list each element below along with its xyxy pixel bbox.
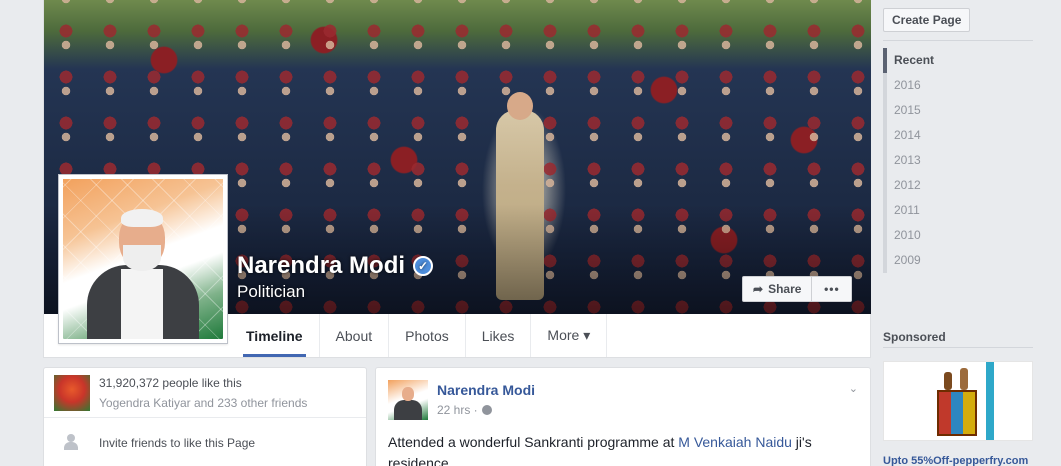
- share-label: Share: [768, 282, 802, 296]
- divider: [883, 347, 1033, 348]
- divider: [883, 40, 1033, 41]
- post-author-avatar[interactable]: [388, 380, 428, 420]
- tab-timeline[interactable]: Timeline: [230, 314, 320, 357]
- timeline-year-nav: Recent 2016 2015 2014 2013 2012 2011 201…: [883, 48, 1033, 273]
- sponsored-heading: Sponsored: [883, 330, 946, 344]
- post-mention-link[interactable]: M Venkaiah Naidu: [678, 434, 792, 450]
- cover-speaker-head: [507, 92, 533, 120]
- year-2016[interactable]: 2016: [887, 73, 1033, 98]
- ad-decor: [960, 368, 968, 390]
- post-timestamp[interactable]: 22 hrs ·: [437, 403, 478, 417]
- profile-figure-beard: [123, 245, 161, 271]
- page-tabs: Timeline About Photos Likes More ▾: [230, 314, 608, 357]
- post-meta: 22 hrs ·: [437, 403, 492, 417]
- invite-friends-label: Invite friends to like this Page: [99, 436, 256, 450]
- tab-photos[interactable]: Photos: [389, 314, 466, 357]
- year-2009[interactable]: 2009: [887, 248, 1033, 273]
- create-page-button[interactable]: Create Page: [883, 8, 971, 32]
- year-2011[interactable]: 2011: [887, 198, 1033, 223]
- ad-accent: [986, 362, 994, 440]
- invite-friends-row[interactable]: Invite friends to like this Page: [44, 419, 366, 466]
- person-icon: [64, 434, 78, 450]
- likes-count: 31,920,372 people like this: [99, 376, 242, 390]
- friend-avatar[interactable]: [54, 375, 90, 411]
- timeline-post: Narendra Modi 22 hrs · ⌄ Attended a wond…: [375, 367, 871, 466]
- profile-figure-shirt: [121, 269, 163, 339]
- ad-cabinet: [937, 390, 977, 436]
- year-2012[interactable]: 2012: [887, 173, 1033, 198]
- year-2014[interactable]: 2014: [887, 123, 1033, 148]
- profile-picture[interactable]: [58, 174, 228, 344]
- tab-more[interactable]: More ▾: [531, 314, 608, 357]
- ad-image[interactable]: [883, 361, 1033, 441]
- year-2010[interactable]: 2010: [887, 223, 1033, 248]
- verified-badge-icon[interactable]: ✓: [413, 256, 434, 276]
- post-text-start: Attended a wonderful Sankranti programme…: [388, 434, 679, 450]
- chevron-down-icon[interactable]: ⌄: [849, 382, 858, 395]
- cover-actions: ➦ Share •••: [742, 276, 853, 302]
- year-2015[interactable]: 2015: [887, 98, 1033, 123]
- ad-decor: [944, 372, 952, 390]
- tab-likes[interactable]: Likes: [466, 314, 532, 357]
- page-title[interactable]: Narendra Modi: [237, 252, 405, 280]
- globe-icon: [481, 405, 492, 415]
- post-author-name[interactable]: Narendra Modi: [437, 382, 535, 398]
- year-recent[interactable]: Recent: [883, 48, 1033, 73]
- post-body: Attended a wonderful Sankranti programme…: [388, 432, 858, 466]
- avatar-figure-head: [402, 387, 414, 401]
- ad-title-link[interactable]: Upto 55%Off-pepperfry.com: [883, 455, 1033, 466]
- page-category: Politician: [237, 282, 306, 301]
- page-title-row: Narendra Modi ✓: [237, 252, 434, 280]
- likes-summary-row: 31,920,372 people like this Yogendra Kat…: [44, 368, 366, 418]
- likes-box: 31,920,372 people like this Yogendra Kat…: [43, 367, 367, 466]
- year-2013[interactable]: 2013: [887, 148, 1033, 173]
- share-arrow-icon: ➦: [753, 282, 764, 296]
- share-button[interactable]: ➦ Share: [742, 276, 813, 302]
- friends-who-like[interactable]: Yogendra Katiyar and 233 other friends: [99, 396, 307, 410]
- profile-figure-hair: [121, 209, 163, 227]
- tab-about[interactable]: About: [320, 314, 390, 357]
- profile-image: [63, 179, 223, 339]
- more-options-button[interactable]: •••: [812, 276, 853, 302]
- avatar-figure-body: [394, 400, 422, 420]
